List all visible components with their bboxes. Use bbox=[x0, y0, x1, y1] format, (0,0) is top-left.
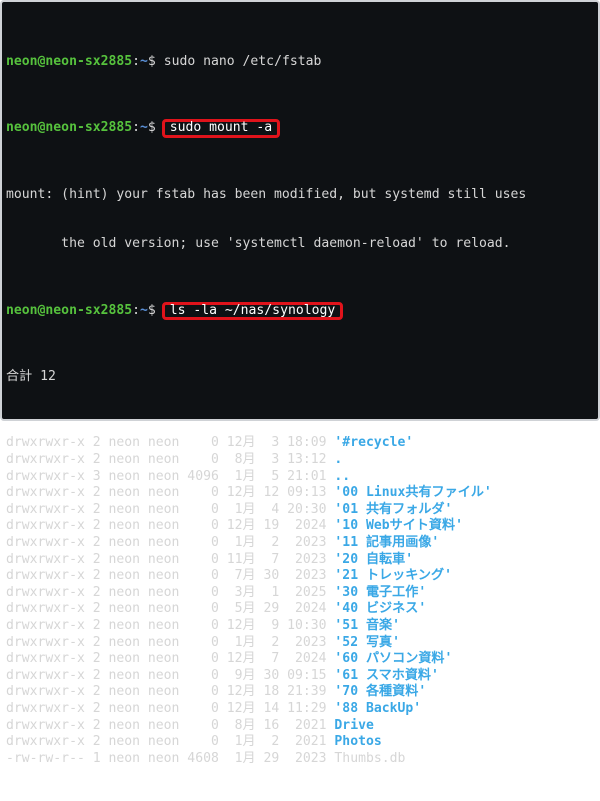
prompt-line-2: neon@neon-sx2885:~$ sudo mount -a bbox=[6, 119, 594, 138]
listing-meta: drwxrwxr-x 2 neon neon 0 8月 3 13:12 bbox=[6, 452, 335, 468]
directory-name: '60 パソコン資料' bbox=[334, 651, 453, 667]
listing-meta: drwxrwxr-x 2 neon neon 0 12月 9 10:30 bbox=[6, 617, 335, 633]
prompt-user-host: neon@neon-sx2885 bbox=[6, 120, 133, 136]
listing-meta: drwxrwxr-x 2 neon neon 0 12月 3 18:09 bbox=[6, 435, 335, 451]
directory-name: '20 自転車' bbox=[334, 551, 414, 567]
directory-name: .. bbox=[334, 468, 351, 484]
directory-name: '#recycle' bbox=[334, 435, 414, 451]
listing-row: drwxrwxr-x 2 neon neon 0 11月 7 2023 '20 … bbox=[6, 552, 594, 569]
listing-meta: drwxrwxr-x 2 neon neon 0 1月 2 2023 bbox=[6, 634, 335, 650]
directory-name: '51 音楽' bbox=[334, 617, 401, 633]
listing-row: drwxrwxr-x 2 neon neon 0 12月 14 11:29 '8… bbox=[6, 701, 594, 718]
prompt-path: ~ bbox=[140, 120, 148, 136]
listing-meta: drwxrwxr-x 2 neon neon 0 7月 30 2023 bbox=[6, 568, 335, 584]
listing-row: -rw-rw-r-- 1 neon neon 4608 1月 29 2023 T… bbox=[6, 751, 594, 768]
directory-name: '52 写真' bbox=[334, 634, 401, 650]
directory-name: '11 記事用画像' bbox=[334, 535, 440, 550]
directory-name: Drive bbox=[334, 717, 374, 733]
listing-meta: drwxrwxr-x 2 neon neon 0 12月 19 2024 bbox=[6, 518, 335, 534]
listing-row: drwxrwxr-x 2 neon neon 0 3月 1 2025 '30 電… bbox=[6, 585, 594, 602]
listing-meta: drwxrwxr-x 2 neon neon 0 12月 18 21:39 bbox=[6, 684, 335, 700]
listing-row: drwxrwxr-x 2 neon neon 0 1月 2 2023 '52 写… bbox=[6, 635, 594, 652]
listing-row: drwxrwxr-x 2 neon neon 0 1月 4 20:30 '01 … bbox=[6, 502, 594, 519]
listing-meta: drwxrwxr-x 2 neon neon 0 1月 2 2021 bbox=[6, 734, 335, 750]
directory-name: '10 Webサイト資料' bbox=[334, 518, 463, 534]
highlighted-command: ls -la ~/nas/synology bbox=[161, 301, 344, 321]
directory-name: '61 スマホ資料' bbox=[334, 667, 439, 683]
listing-row: drwxrwxr-x 2 neon neon 0 9月 30 09:15 '61… bbox=[6, 668, 594, 685]
directory-name: '00 Linux共有ファイル' bbox=[334, 485, 492, 501]
command-text: sudo nano /etc/fstab bbox=[163, 53, 322, 69]
directory-name: '70 各種資料' bbox=[334, 684, 427, 700]
listing-row: drwxrwxr-x 2 neon neon 0 12月 12 09:13 '0… bbox=[6, 485, 594, 502]
listing-row: drwxrwxr-x 2 neon neon 0 12月 9 10:30 '51… bbox=[6, 618, 594, 635]
prompt-user-host: neon@neon-sx2885 bbox=[6, 302, 133, 318]
listing-meta: drwxrwxr-x 2 neon neon 0 1月 2 2023 bbox=[6, 535, 335, 550]
listing-row: drwxrwxr-x 2 neon neon 0 12月 18 21:39 '7… bbox=[6, 684, 594, 701]
listing-row: drwxrwxr-x 3 neon neon 4096 1月 5 21:01 .… bbox=[6, 469, 594, 486]
directory-name: '30 電子工作' bbox=[334, 584, 427, 600]
listing-meta: drwxrwxr-x 3 neon neon 4096 1月 5 21:01 bbox=[6, 468, 335, 484]
listing-row: drwxrwxr-x 2 neon neon 0 8月 16 2021 Driv… bbox=[6, 718, 594, 735]
listing-meta: -rw-rw-r-- 1 neon neon 4608 1月 29 2023 bbox=[6, 750, 335, 766]
terminal-output: neon@neon-sx2885:~$ sudo nano /etc/fstab… bbox=[6, 4, 594, 801]
listing-row: drwxrwxr-x 2 neon neon 0 12月 3 18:09 '#r… bbox=[6, 435, 594, 452]
listing-row: drwxrwxr-x 2 neon neon 0 12月 7 2024 '60 … bbox=[6, 651, 594, 668]
prompt-symbol: $ bbox=[147, 302, 156, 318]
directory-listing: drwxrwxr-x 2 neon neon 0 12月 3 18:09 '#r… bbox=[6, 435, 594, 767]
directory-name: '01 共有フォルダ' bbox=[334, 501, 453, 517]
listing-row: drwxrwxr-x 2 neon neon 0 1月 2 2021 Photo… bbox=[6, 734, 594, 751]
listing-meta: drwxrwxr-x 2 neon neon 0 12月 14 11:29 bbox=[6, 700, 335, 716]
listing-meta: drwxrwxr-x 2 neon neon 0 3月 1 2025 bbox=[6, 584, 335, 600]
listing-row: drwxrwxr-x 2 neon neon 0 8月 3 13:12 . bbox=[6, 452, 594, 469]
listing-row: drwxrwxr-x 2 neon neon 0 1月 2 2023 '11 記… bbox=[6, 535, 594, 552]
listing-row: drwxrwxr-x 2 neon neon 0 12月 19 2024 '10… bbox=[6, 518, 594, 535]
directory-name: '21 トレッキング' bbox=[334, 568, 453, 584]
highlighted-command: sudo mount -a bbox=[161, 119, 281, 138]
directory-name: '88 BackUp' bbox=[334, 700, 422, 716]
prompt-symbol: $ bbox=[147, 120, 156, 136]
directory-name: Photos bbox=[334, 734, 382, 750]
listing-meta: drwxrwxr-x 2 neon neon 0 5月 29 2024 bbox=[6, 601, 335, 617]
prompt-line-3: neon@neon-sx2885:~$ ls -la ~/nas/synolog… bbox=[6, 301, 594, 321]
listing-meta: drwxrwxr-x 2 neon neon 0 8月 16 2021 bbox=[6, 717, 335, 733]
listing-meta: drwxrwxr-x 2 neon neon 0 12月 12 09:13 bbox=[6, 485, 335, 501]
directory-name: '40 ビジネス' bbox=[334, 601, 427, 617]
terminal-window[interactable]: neon@neon-sx2885:~$ sudo nano /etc/fstab… bbox=[0, 0, 600, 766]
listing-meta: drwxrwxr-x 2 neon neon 0 9月 30 09:15 bbox=[6, 667, 335, 683]
listing-row: drwxrwxr-x 2 neon neon 0 5月 29 2024 '40 … bbox=[6, 601, 594, 618]
mount-hint-line-1: mount: (hint) your fstab has been modifi… bbox=[6, 186, 527, 202]
prompt-path: ~ bbox=[140, 302, 148, 318]
listing-meta: drwxrwxr-x 2 neon neon 0 11月 7 2023 bbox=[6, 551, 335, 567]
prompt-line-1: neon@neon-sx2885:~$ sudo nano /etc/fstab bbox=[6, 53, 322, 69]
file-name: Thumbs.db bbox=[334, 750, 406, 766]
total-line: 合計 12 bbox=[6, 369, 56, 385]
directory-name: . bbox=[334, 452, 343, 468]
prompt-symbol: $ bbox=[147, 53, 156, 69]
listing-meta: drwxrwxr-x 2 neon neon 0 1月 4 20:30 bbox=[6, 501, 335, 517]
mount-hint-line-2: the old version; use 'systemctl daemon-r… bbox=[6, 236, 511, 252]
listing-meta: drwxrwxr-x 2 neon neon 0 12月 7 2024 bbox=[6, 651, 335, 667]
prompt-user-host: neon@neon-sx2885 bbox=[6, 53, 133, 69]
prompt-path: ~ bbox=[140, 53, 148, 69]
listing-row: drwxrwxr-x 2 neon neon 0 7月 30 2023 '21 … bbox=[6, 568, 594, 585]
